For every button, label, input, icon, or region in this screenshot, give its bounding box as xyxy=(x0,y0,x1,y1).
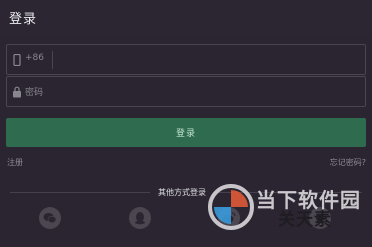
watermark: 当下软件园 关天素 xyxy=(204,180,372,247)
watermark-text-2: 关天素 xyxy=(278,210,332,230)
qq-icon xyxy=(135,212,145,225)
divider-left xyxy=(10,192,150,193)
wechat-login-button[interactable] xyxy=(39,207,61,229)
header-bar: 登录 xyxy=(0,0,372,34)
login-button[interactable]: 登录 xyxy=(6,118,366,147)
qq-login-button[interactable] xyxy=(129,207,151,229)
wechat-icon xyxy=(43,213,57,224)
other-login-label: 其他方式登录 xyxy=(158,188,206,197)
password-placeholder: 密码 xyxy=(25,88,44,98)
lock-icon xyxy=(13,86,21,98)
forgot-password-link[interactable]: 忘记密码? xyxy=(330,157,366,168)
phone-icon xyxy=(13,54,21,66)
page-title: 登录 xyxy=(9,12,38,27)
phone-prefix: +86 xyxy=(25,53,44,63)
register-link[interactable]: 注册 xyxy=(7,157,23,168)
phone-field[interactable]: +86 xyxy=(6,44,366,75)
phone-divider xyxy=(52,51,53,69)
watermark-logo-icon xyxy=(208,184,254,230)
password-field[interactable]: 密码 xyxy=(6,76,366,107)
